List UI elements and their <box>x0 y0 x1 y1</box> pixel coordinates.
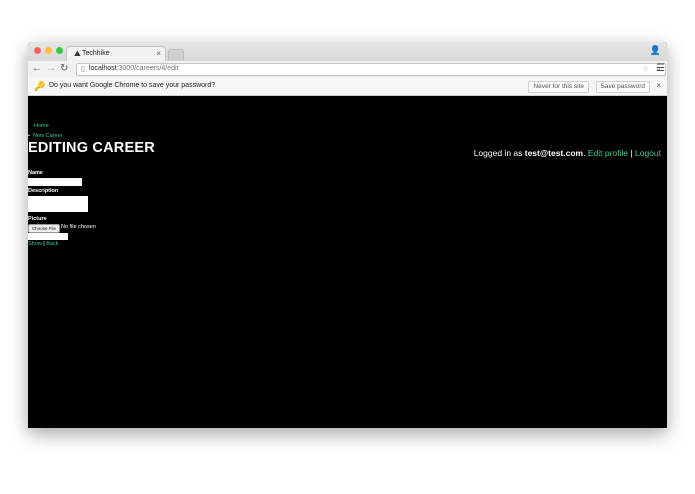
key-icon: 🔑 <box>34 81 46 91</box>
footer-links: Show | Back <box>28 241 59 247</box>
nav-new-career-link[interactable]: New Career <box>33 133 62 139</box>
browser-window: ⛰ Techhike × 👤 ← → ↻ ▯ localhost:3000/ca… <box>28 42 667 428</box>
back-arrow-icon[interactable]: ← <box>32 64 42 74</box>
menu-icon[interactable]: ☰ <box>656 63 665 74</box>
footer-separator: | <box>43 241 45 247</box>
name-field[interactable] <box>28 178 82 186</box>
bookmark-star-icon[interactable]: ☆ <box>642 64 649 73</box>
save-password-button[interactable]: Save password <box>595 81 650 93</box>
profile-icon[interactable]: 👤 <box>650 45 661 56</box>
infobar-close-icon[interactable]: × <box>656 81 661 90</box>
login-status: Logged in as test@test.com. Edit profile… <box>474 148 661 158</box>
login-email: test@test.com <box>524 148 584 158</box>
login-dot: . <box>583 148 586 158</box>
url-path: :3000/careers/4/edit <box>116 65 179 72</box>
no-file-chosen-text: No file chosen <box>61 224 96 230</box>
tab-title: Techhike <box>82 50 110 57</box>
close-window-button[interactable] <box>34 47 41 54</box>
never-for-this-site-button[interactable]: Never for this site <box>528 81 589 93</box>
page-content: Home • New Career EDITING CAREER Logged … <box>28 96 667 428</box>
page-title: EDITING CAREER <box>28 140 155 156</box>
address-bar[interactable]: ▯ localhost:3000/careers/4/edit ☆ ⌕ <box>76 63 666 76</box>
choose-file-button[interactable]: Choose File <box>28 224 60 233</box>
page-icon: ▯ <box>81 66 85 73</box>
login-separator: | <box>630 148 633 158</box>
description-field[interactable] <box>28 196 88 212</box>
forward-arrow-icon[interactable]: → <box>46 64 56 74</box>
infobar-prompt: Do you want Google Chrome to save your p… <box>49 82 216 89</box>
nav-home-link[interactable]: Home <box>34 123 49 129</box>
tab-favicon-icon: ⛰ <box>74 49 81 58</box>
reload-icon[interactable]: ↻ <box>60 64 68 74</box>
name-label: Name <box>28 170 43 176</box>
login-prefix: Logged in as <box>473 148 525 158</box>
list-bullet: • <box>28 133 30 139</box>
maximize-window-button[interactable] <box>56 47 63 54</box>
picture-label: Picture <box>28 216 47 222</box>
save-password-infobar: 🔑 Do you want Google Chrome to save your… <box>28 78 667 96</box>
title-bar: ⛰ Techhike × 👤 <box>28 42 667 62</box>
back-link[interactable]: Back <box>46 241 58 247</box>
url-host: localhost <box>89 65 117 72</box>
description-label: Description <box>28 188 59 194</box>
url-text[interactable]: localhost:3000/careers/4/edit <box>89 65 179 72</box>
browser-toolbar: ← → ↻ ▯ localhost:3000/careers/4/edit ☆ … <box>28 61 667 79</box>
logout-link[interactable]: Logout <box>635 148 661 158</box>
show-link[interactable]: Show <box>28 241 42 247</box>
browser-tab[interactable]: ⛰ Techhike × <box>66 46 166 62</box>
tab-close-icon[interactable]: × <box>156 49 161 58</box>
minimize-window-button[interactable] <box>45 47 52 54</box>
submit-button[interactable] <box>28 233 68 240</box>
edit-profile-link[interactable]: Edit profile <box>588 148 628 158</box>
